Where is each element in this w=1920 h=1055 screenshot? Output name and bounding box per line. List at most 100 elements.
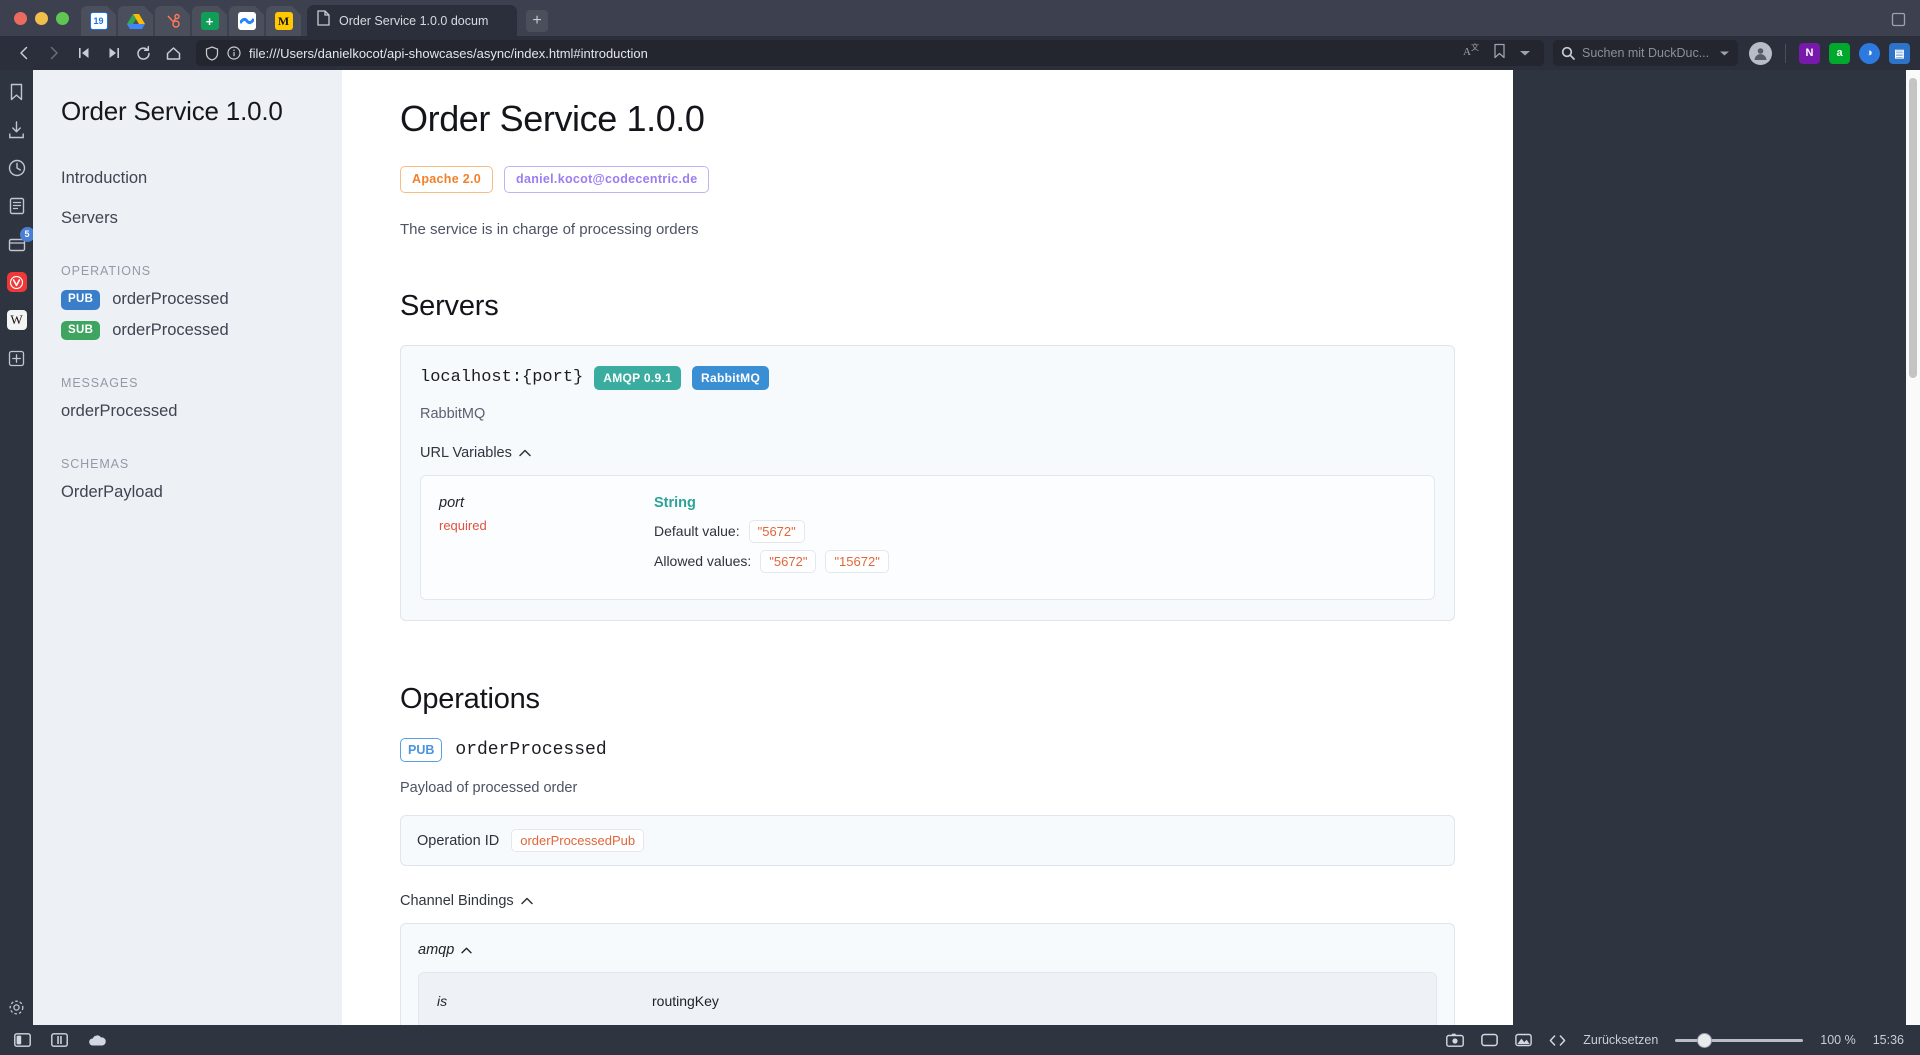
server-url: localhost:{port} xyxy=(420,368,584,387)
url-variables-label: URL Variables xyxy=(420,444,512,461)
pinned-tab-google-calendar[interactable]: 19 xyxy=(81,6,116,36)
zoom-slider-knob[interactable] xyxy=(1697,1033,1713,1048)
license-pill[interactable]: Apache 2.0 xyxy=(400,166,494,193)
variable-required-label: required xyxy=(439,517,487,533)
capture-window-icon[interactable] xyxy=(1481,1033,1499,1047)
bookmarks-panel-icon[interactable] xyxy=(5,80,29,104)
page-scrollbar[interactable] xyxy=(1906,70,1920,1025)
vivaldi-mail-icon[interactable] xyxy=(5,270,29,294)
profile-avatar[interactable] xyxy=(1749,41,1772,65)
pinned-tab-mural[interactable]: M xyxy=(266,6,301,36)
page-scrollbar-thumb[interactable] xyxy=(1909,78,1917,378)
operation-pub-badge: PUB xyxy=(400,737,443,762)
server-subtitle: RabbitMQ xyxy=(420,405,486,422)
active-tab[interactable]: Order Service 1.0.0 docum xyxy=(307,5,517,36)
zoom-slider-track xyxy=(1675,1039,1804,1042)
tab-strip: 19 + M Order Service 1.0.0 docum + xyxy=(0,0,1920,36)
search-icon[interactable] xyxy=(1561,46,1575,60)
wikipedia-webpanel-icon[interactable]: W xyxy=(5,308,29,332)
capture-image-icon[interactable] xyxy=(1515,1033,1533,1047)
sidebar-item-servers[interactable]: Servers xyxy=(33,209,342,228)
notes-panel-icon[interactable] xyxy=(5,194,29,218)
back-button[interactable] xyxy=(10,40,37,67)
servers-heading: Servers xyxy=(400,289,499,322)
sidebar-item-schema-orderpayload[interactable]: OrderPayload xyxy=(33,483,342,502)
table-row[interactable]: exchange xyxy=(437,1021,1418,1025)
operations-heading: Operations xyxy=(400,682,540,715)
default-value-label: Default value: xyxy=(654,523,740,539)
operation-id-bar: Operation ID orderProcessedPub xyxy=(400,815,1455,866)
allowed-values-label: Allowed values: xyxy=(654,553,752,569)
split-view-icon[interactable] xyxy=(51,1033,68,1047)
variable-default-line: Default value: "5672" xyxy=(654,519,1416,543)
channel-bindings-toggle[interactable]: Channel Bindings xyxy=(400,893,533,909)
doc-main-content: Order Service 1.0.0 Apache 2.0 daniel.ko… xyxy=(342,70,1513,1025)
keeper-extension-icon[interactable]: ▤ xyxy=(1889,42,1910,64)
downloads-panel-icon[interactable] xyxy=(5,118,29,142)
zoom-slider[interactable] xyxy=(1675,1031,1804,1049)
binding-amqp-toggle[interactable]: amqp xyxy=(418,942,472,958)
rewind-button[interactable] xyxy=(70,40,97,67)
binding-value: routingKey xyxy=(652,993,719,1009)
url-field[interactable]: file:///Users/danielkocot/api-showcases/… xyxy=(196,40,1544,66)
operation-description: Payload of processed order xyxy=(400,780,578,796)
code-icon[interactable] xyxy=(1549,1034,1566,1047)
onenote-extension-icon[interactable]: N xyxy=(1799,42,1820,64)
address-bar: file:///Users/danielkocot/api-showcases/… xyxy=(0,36,1920,70)
operation-name: orderProcessed xyxy=(455,739,607,760)
bookmark-icon[interactable] xyxy=(1493,43,1506,64)
pinned-tab-google-drive[interactable] xyxy=(118,6,153,36)
shield-icon[interactable] xyxy=(205,45,219,61)
reload-button[interactable] xyxy=(130,40,157,67)
clock: 15:36 xyxy=(1872,1033,1904,1047)
window-tile-icon[interactable] xyxy=(14,1033,31,1047)
sidebar-item-operation-sub[interactable]: SUB orderProcessed xyxy=(33,320,342,340)
camera-icon[interactable] xyxy=(1446,1033,1465,1047)
variable-name: port xyxy=(439,494,464,511)
new-tab-button[interactable]: + xyxy=(526,10,548,32)
search-field[interactable]: Suchen mit DuckDuc... xyxy=(1553,40,1738,66)
pinned-tab-google-sheets[interactable]: + xyxy=(192,6,227,36)
info-icon[interactable] xyxy=(227,46,241,60)
sidebar-group-messages: Messages xyxy=(61,376,139,390)
sidebar-item-operation-pub[interactable]: PUB orderProcessed xyxy=(33,290,342,310)
chevron-down-icon[interactable] xyxy=(1519,44,1531,62)
maximize-window-button[interactable] xyxy=(56,11,69,25)
home-button[interactable] xyxy=(160,40,187,67)
pocket-extension-icon[interactable]: ◑ xyxy=(1859,42,1880,64)
sidebar-item-message-orderprocessed[interactable]: orderProcessed xyxy=(33,402,342,421)
sidebar-item-introduction[interactable]: Introduction xyxy=(33,169,342,188)
operation-header: PUB orderProcessed xyxy=(400,737,1455,762)
page-icon xyxy=(317,10,330,31)
translate-icon[interactable]: A文 xyxy=(1463,42,1480,63)
variable-allowed-line: Allowed values: "5672" "15672" xyxy=(654,549,1416,573)
history-panel-icon[interactable] xyxy=(5,156,29,180)
cloud-icon[interactable] xyxy=(88,1034,107,1047)
pinned-tab-hubspot[interactable] xyxy=(155,6,190,36)
minimize-window-button[interactable] xyxy=(35,11,48,25)
url-variables-toggle[interactable]: URL Variables xyxy=(420,445,531,461)
add-webpanel-icon[interactable] xyxy=(5,346,29,370)
browser-body: 5 W Order Service 1.0.0 Introduction Ser… xyxy=(0,70,1920,1025)
default-value-chip: "5672" xyxy=(748,519,805,543)
channel-binding-card: amqp is routingKey xyxy=(400,923,1455,1025)
window-controls-right xyxy=(1891,12,1920,36)
doc-sidebar-title: Order Service 1.0.0 xyxy=(61,96,283,126)
server-card: localhost:{port} AMQP 0.9.1 RabbitMQ Rab… xyxy=(400,344,1455,621)
google-calendar-icon: 19 xyxy=(89,12,108,30)
zoom-reset-button[interactable]: Zurücksetzen xyxy=(1583,1033,1658,1047)
pinned-tab-confluence[interactable] xyxy=(229,6,264,36)
close-window-button[interactable] xyxy=(14,11,27,25)
forward-button[interactable] xyxy=(40,40,67,67)
search-chevron-down-icon[interactable] xyxy=(1719,50,1730,57)
sidebar-group-schemas: Schemas xyxy=(61,457,130,471)
settings-icon[interactable] xyxy=(5,1000,29,1025)
info-pill-row: Apache 2.0 daniel.kocot@codecentric.de xyxy=(400,166,1455,193)
doc-sidebar: Order Service 1.0.0 Introduction Servers… xyxy=(33,70,342,1025)
fastforward-button[interactable] xyxy=(100,40,127,67)
window-panel-icon[interactable]: 5 xyxy=(5,227,35,256)
evernote-extension-icon[interactable]: a xyxy=(1829,42,1850,64)
protocol-tag: AMQP 0.9.1 xyxy=(594,365,682,390)
contact-pill[interactable]: daniel.kocot@codecentric.de xyxy=(504,166,710,193)
window-restore-icon[interactable] xyxy=(1891,12,1906,32)
